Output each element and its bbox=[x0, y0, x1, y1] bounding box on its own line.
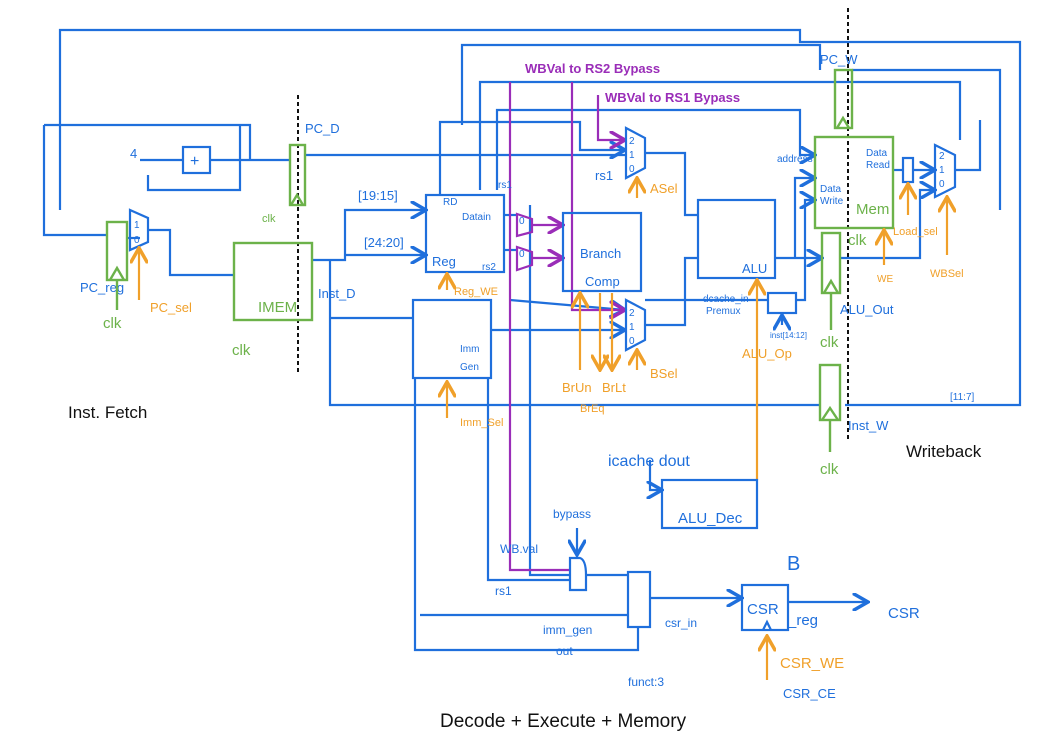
mem-clk: clk bbox=[848, 232, 867, 249]
csr-bypass-mux bbox=[568, 556, 588, 592]
pc-w-label: PC_W bbox=[820, 52, 858, 67]
breq-label: BrEq bbox=[580, 403, 604, 415]
asel-label: ASel bbox=[650, 181, 678, 196]
data-write-2: Write bbox=[820, 196, 844, 207]
pc-mux-in1: 1 bbox=[134, 220, 140, 231]
wbsel-in1: 1 bbox=[939, 165, 945, 176]
inst-d-label: Inst_D bbox=[318, 286, 356, 301]
bypass-mux-1-in0: 0 bbox=[519, 216, 525, 227]
inst-w-label: Inst_W bbox=[848, 418, 889, 433]
pc-sel-label: PC_sel bbox=[150, 300, 192, 315]
csr-ce-label: CSR_CE bbox=[783, 686, 836, 701]
alu-dec-label: ALU_Dec bbox=[678, 510, 743, 527]
wbval-rs2-bypass-label: WBVal to RS2 Bypass bbox=[525, 61, 660, 76]
asel-rs1-label: rs1 bbox=[595, 168, 613, 183]
bits-rs2: [24:20] bbox=[364, 235, 404, 250]
csr-out-label: CSR bbox=[888, 605, 920, 622]
load-extend bbox=[901, 156, 915, 184]
imm-gen-out-label-1: imm_gen bbox=[543, 623, 592, 637]
reg-rs2: rs2 bbox=[482, 262, 496, 273]
alu-out-label: ALU_Out bbox=[840, 302, 894, 317]
csr-in-label: csr_in bbox=[665, 616, 697, 630]
data-read-2: Read bbox=[866, 160, 890, 171]
datapath-diagram: 0 0 4 + PC_reg clk 1 0 PC_sel IMEM clk P… bbox=[42, 8, 1022, 732]
bits-rd-label: [11:7] bbox=[950, 392, 974, 403]
we-label: WE bbox=[877, 274, 893, 285]
wbval-rs1-bypass-label: WBVal to RS1 Bypass bbox=[605, 90, 740, 105]
dcache-in-label: dcache_in bbox=[703, 294, 749, 305]
load-sel-label: Load_sel bbox=[893, 226, 938, 238]
bypass-mux-2-in0: 0 bbox=[519, 249, 525, 260]
comp-label: Comp bbox=[585, 274, 620, 289]
stage-fetch-title: Inst. Fetch bbox=[68, 403, 147, 422]
imm-gen-label-2: Gen bbox=[460, 362, 479, 373]
imem-label: IMEM bbox=[258, 299, 297, 316]
bsel-in2: 2 bbox=[629, 308, 635, 319]
data-write-1: Data bbox=[820, 184, 842, 195]
reg-rs1: rs1 bbox=[498, 180, 512, 191]
asel-in1: 1 bbox=[629, 150, 635, 161]
csr-in-mux bbox=[626, 570, 652, 629]
inst-w-clk: clk bbox=[820, 461, 839, 478]
bits-rs1: [19:15] bbox=[358, 188, 398, 203]
asel-in0: 0 bbox=[629, 164, 635, 175]
pc-reg bbox=[105, 220, 129, 282]
wbsel-in0: 0 bbox=[939, 179, 945, 190]
wbsel-in2: 2 bbox=[939, 151, 945, 162]
reg-datain: Datain bbox=[462, 212, 491, 223]
csr-reg-suffix: _reg bbox=[787, 612, 818, 629]
inst-bits-label: inst[14:12] bbox=[770, 331, 807, 340]
csr-b-label: B bbox=[787, 553, 800, 575]
reg-label: Reg bbox=[432, 254, 456, 269]
const-four: 4 bbox=[130, 146, 137, 161]
pc-reg-clk: clk bbox=[103, 315, 122, 332]
wbsel-label: WBSel bbox=[930, 268, 964, 280]
funct3-label: funct:3 bbox=[628, 675, 664, 689]
adder-symbol: + bbox=[190, 153, 199, 170]
branch-label: Branch bbox=[580, 246, 621, 261]
wb-val-label: WB.val bbox=[500, 542, 538, 556]
icache-dout-label: icache dout bbox=[608, 453, 690, 470]
pc-mux-in0: 0 bbox=[134, 235, 140, 246]
csr-rs1-label: rs1 bbox=[495, 584, 512, 598]
asel-in2: 2 bbox=[629, 136, 635, 147]
wbsel-mux bbox=[933, 143, 957, 199]
mem-label: Mem bbox=[856, 201, 889, 218]
bsel-in1: 1 bbox=[629, 322, 635, 333]
feedback-wires bbox=[42, 28, 1022, 652]
pc-d-clk: clk bbox=[262, 213, 276, 225]
data-read-1: Data bbox=[866, 148, 888, 159]
imm-sel-label: Imm_Sel bbox=[460, 417, 503, 429]
imem-clk: clk bbox=[232, 342, 251, 359]
alu-out-clk: clk bbox=[820, 334, 839, 351]
imm-gen-out-label-2: out bbox=[556, 644, 573, 658]
bsel-in0: 0 bbox=[629, 336, 635, 347]
store-premux bbox=[766, 291, 798, 315]
brun-label: BrUn bbox=[562, 380, 592, 395]
csr-reg-label: CSR bbox=[747, 601, 779, 618]
alu-op-label: ALU_Op bbox=[742, 346, 792, 361]
csr-bypass-label: bypass bbox=[553, 507, 591, 521]
csr-we-label: CSR_WE bbox=[780, 655, 844, 672]
imm-gen bbox=[411, 298, 493, 380]
stage-decode-execute-memory-title: Decode + Execute + Memory bbox=[440, 711, 687, 732]
alu-label: ALU bbox=[742, 261, 767, 276]
premux-label: Premux bbox=[706, 306, 740, 317]
bsel-label: BSel bbox=[650, 366, 678, 381]
address-label: address bbox=[777, 154, 813, 165]
brlt-label: BrLt bbox=[602, 380, 626, 395]
imm-gen-label-1: Imm bbox=[460, 344, 479, 355]
alu-out-reg bbox=[820, 231, 842, 295]
reg-we-label: Reg_WE bbox=[454, 286, 498, 298]
pc-d-label: PC_D bbox=[305, 121, 340, 136]
inst-w-reg bbox=[818, 363, 842, 422]
stage-writeback-title: Writeback bbox=[906, 442, 982, 461]
reg-rd: RD bbox=[443, 197, 457, 208]
